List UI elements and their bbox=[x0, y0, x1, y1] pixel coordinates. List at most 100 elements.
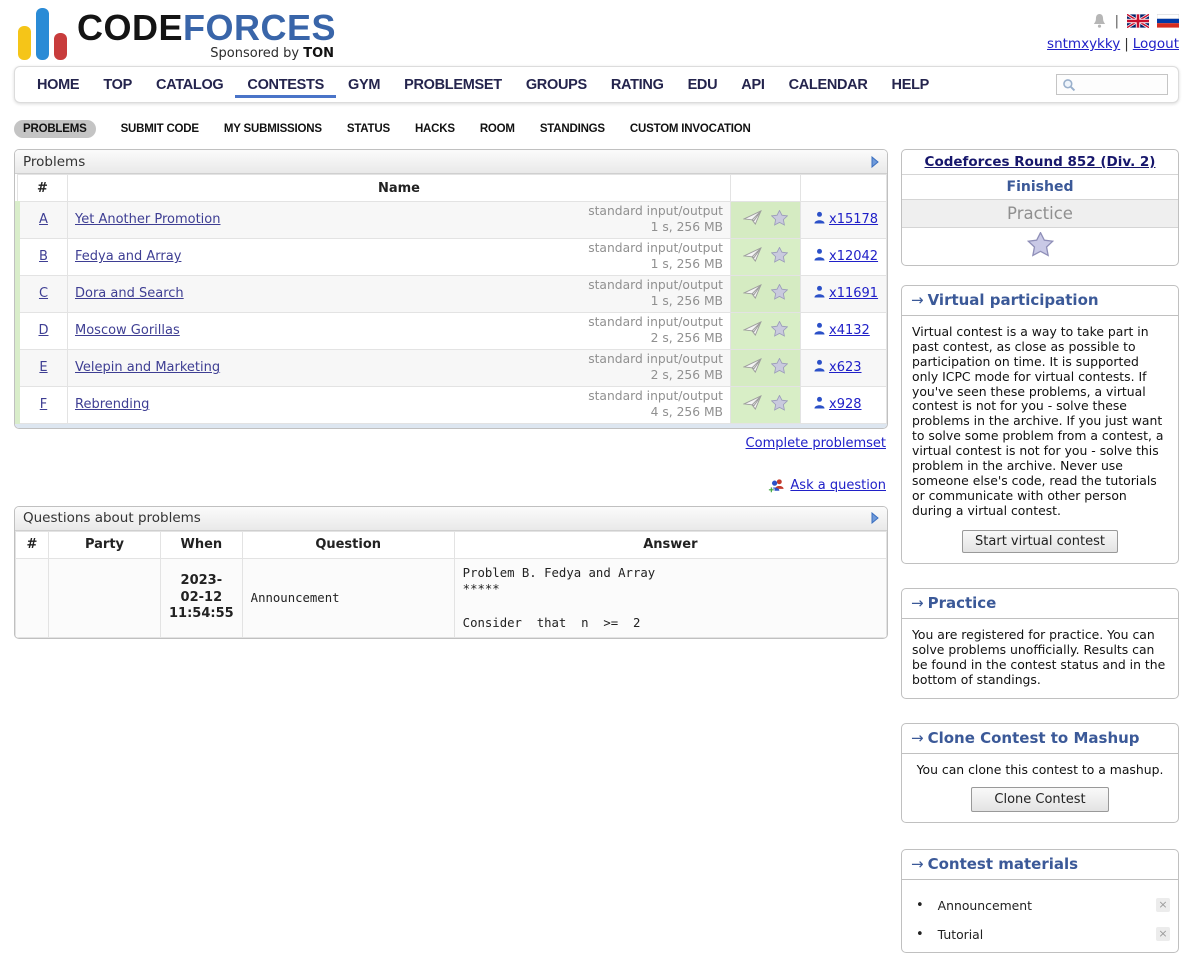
subnav-my-submissions[interactable]: MY SUBMISSIONS bbox=[224, 123, 322, 135]
problem-name-link[interactable]: Moscow Gorillas bbox=[75, 323, 180, 338]
nav-item-calendar[interactable]: CALENDAR bbox=[777, 71, 880, 97]
favorite-star-icon[interactable] bbox=[771, 284, 788, 304]
question-when: 2023-02-1211:54:55 bbox=[161, 558, 243, 637]
submit-paper-plane-icon[interactable] bbox=[743, 358, 762, 377]
solved-user-icon bbox=[814, 322, 825, 340]
close-icon[interactable]: × bbox=[1156, 927, 1170, 941]
col-header-index: # bbox=[18, 175, 68, 202]
nav-item-home[interactable]: HOME bbox=[25, 71, 91, 97]
solved-user-icon bbox=[814, 359, 825, 377]
subnav-status[interactable]: STATUS bbox=[347, 123, 390, 135]
codeforces-logo[interactable]: CODEFORCES Sponsored by TON bbox=[18, 8, 336, 60]
nav-item-edu[interactable]: EDU bbox=[676, 71, 730, 97]
solved-count-link[interactable]: x4132 bbox=[829, 323, 870, 338]
submit-paper-plane-icon[interactable] bbox=[743, 284, 762, 303]
start-virtual-contest-button[interactable]: Start virtual contest bbox=[962, 530, 1118, 553]
question-index bbox=[16, 558, 49, 637]
problem-letter-link[interactable]: E bbox=[39, 360, 47, 375]
nav-item-groups[interactable]: GROUPS bbox=[514, 71, 599, 97]
virtual-participation-title: Virtual participation bbox=[928, 291, 1099, 309]
submit-paper-plane-icon[interactable] bbox=[743, 395, 762, 414]
solved-count-link[interactable]: x11691 bbox=[829, 286, 878, 301]
favorite-star-icon[interactable] bbox=[771, 247, 788, 267]
contest-materials-box: →Contest materials Announcement × Tutori… bbox=[901, 849, 1179, 953]
subnav-room[interactable]: ROOM bbox=[480, 123, 515, 135]
q-col-when: When bbox=[161, 531, 243, 558]
solved-count-link[interactable]: x623 bbox=[829, 360, 862, 375]
complete-problemset-link[interactable]: Complete problemset bbox=[746, 436, 886, 451]
nav-item-catalog[interactable]: CATALOG bbox=[144, 71, 235, 97]
practice-title: Practice bbox=[928, 594, 997, 612]
problem-letter-link[interactable]: F bbox=[40, 397, 47, 412]
favorite-star-icon[interactable] bbox=[771, 358, 788, 378]
favorite-star-icon[interactable] bbox=[771, 210, 788, 230]
submit-paper-plane-icon[interactable] bbox=[743, 321, 762, 340]
solved-count-link[interactable]: x12042 bbox=[829, 249, 878, 264]
problem-name-link[interactable]: Rebrending bbox=[75, 397, 149, 412]
user-separator: | bbox=[1124, 36, 1129, 52]
nav-item-help[interactable]: HELP bbox=[880, 71, 941, 97]
favorite-star-icon[interactable] bbox=[771, 395, 788, 415]
problems-box: Problems # Name bbox=[14, 149, 888, 429]
nav-item-top[interactable]: TOP bbox=[91, 71, 144, 97]
contest-title-link[interactable]: Codeforces Round 852 (Div. 2) bbox=[925, 154, 1156, 170]
subnav-standings[interactable]: STANDINGS bbox=[540, 123, 605, 135]
problem-letter-link[interactable]: B bbox=[39, 249, 48, 264]
nav-item-api[interactable]: API bbox=[729, 71, 776, 97]
logout-link[interactable]: Logout bbox=[1133, 36, 1179, 52]
caption-arrow: → bbox=[911, 729, 924, 747]
bell-icon[interactable] bbox=[1092, 13, 1107, 29]
material-tutorial-link[interactable]: Tutorial bbox=[938, 927, 1156, 942]
problem-name-link[interactable]: Dora and Search bbox=[75, 286, 184, 301]
problem-row: B Fedya and Array standard input/output1 … bbox=[18, 238, 887, 275]
sidebar: Codeforces Round 852 (Div. 2) Finished P… bbox=[901, 149, 1179, 953]
solved-user-icon bbox=[814, 248, 825, 266]
q-col-index: # bbox=[16, 531, 49, 558]
contest-favorite-star-icon[interactable] bbox=[1027, 246, 1054, 261]
material-item: Announcement × bbox=[916, 898, 1170, 913]
contest-subnav: PROBLEMS SUBMIT CODE MY SUBMISSIONS STAT… bbox=[14, 120, 1179, 138]
favorite-star-icon[interactable] bbox=[771, 321, 788, 341]
search-input[interactable] bbox=[1080, 78, 1160, 92]
problem-limits: standard input/output1 s, 256 MB bbox=[588, 241, 723, 273]
submit-paper-plane-icon[interactable] bbox=[743, 247, 762, 266]
problem-letter-link[interactable]: C bbox=[39, 286, 48, 301]
close-icon[interactable]: × bbox=[1156, 898, 1170, 912]
submit-paper-plane-icon[interactable] bbox=[743, 210, 762, 229]
problem-letter-link[interactable]: D bbox=[38, 323, 48, 338]
problem-name-link[interactable]: Velepin and Marketing bbox=[75, 360, 220, 375]
problem-name-link[interactable]: Fedya and Array bbox=[75, 249, 181, 264]
solved-user-icon bbox=[814, 285, 825, 303]
logo-tagline: Sponsored by TON bbox=[77, 47, 336, 60]
uk-flag-icon[interactable] bbox=[1127, 14, 1149, 28]
problem-letter-link[interactable]: A bbox=[39, 212, 48, 227]
nav-item-problemset[interactable]: PROBLEMSET bbox=[392, 71, 514, 97]
nav-item-gym[interactable]: GYM bbox=[336, 71, 392, 97]
main-nav: HOME TOP CATALOG CONTESTS GYM PROBLEMSET… bbox=[14, 66, 1179, 103]
clone-contest-button[interactable]: Clone Contest bbox=[971, 787, 1108, 812]
ask-question-link[interactable]: Ask a question bbox=[790, 478, 886, 493]
problem-row: F Rebrendingstandard input/output4 s, 25… bbox=[18, 386, 887, 423]
solved-count-link[interactable]: x15178 bbox=[829, 212, 878, 227]
problem-name-link[interactable]: Yet Another Promotion bbox=[75, 212, 220, 227]
expand-arrow-icon[interactable] bbox=[871, 512, 879, 524]
col-header-name: Name bbox=[68, 175, 731, 202]
logo-bars-icon bbox=[18, 8, 67, 60]
search-box bbox=[1056, 74, 1168, 95]
material-announcement-link[interactable]: Announcement bbox=[938, 898, 1156, 913]
subnav-custom-invocation[interactable]: CUSTOM INVOCATION bbox=[630, 123, 751, 135]
ru-flag-icon[interactable] bbox=[1157, 14, 1179, 28]
expand-arrow-icon[interactable] bbox=[871, 156, 879, 168]
page: CODEFORCES Sponsored by TON | bbox=[0, 0, 1193, 953]
subnav-submit-code[interactable]: SUBMIT CODE bbox=[121, 123, 199, 135]
nav-item-rating[interactable]: RATING bbox=[599, 71, 676, 97]
header-right: | bbox=[1047, 8, 1179, 60]
subnav-problems[interactable]: PROBLEMS bbox=[14, 120, 96, 138]
user-handle-link[interactable]: sntmxykky bbox=[1047, 36, 1120, 52]
subnav-hacks[interactable]: HACKS bbox=[415, 123, 455, 135]
problems-box-footer-strip bbox=[15, 424, 887, 428]
nav-item-contests[interactable]: CONTESTS bbox=[235, 71, 336, 98]
search-icon bbox=[1062, 78, 1076, 92]
problem-row: E Velepin and Marketingstandard input/ou… bbox=[18, 349, 887, 386]
solved-count-link[interactable]: x928 bbox=[829, 397, 862, 412]
